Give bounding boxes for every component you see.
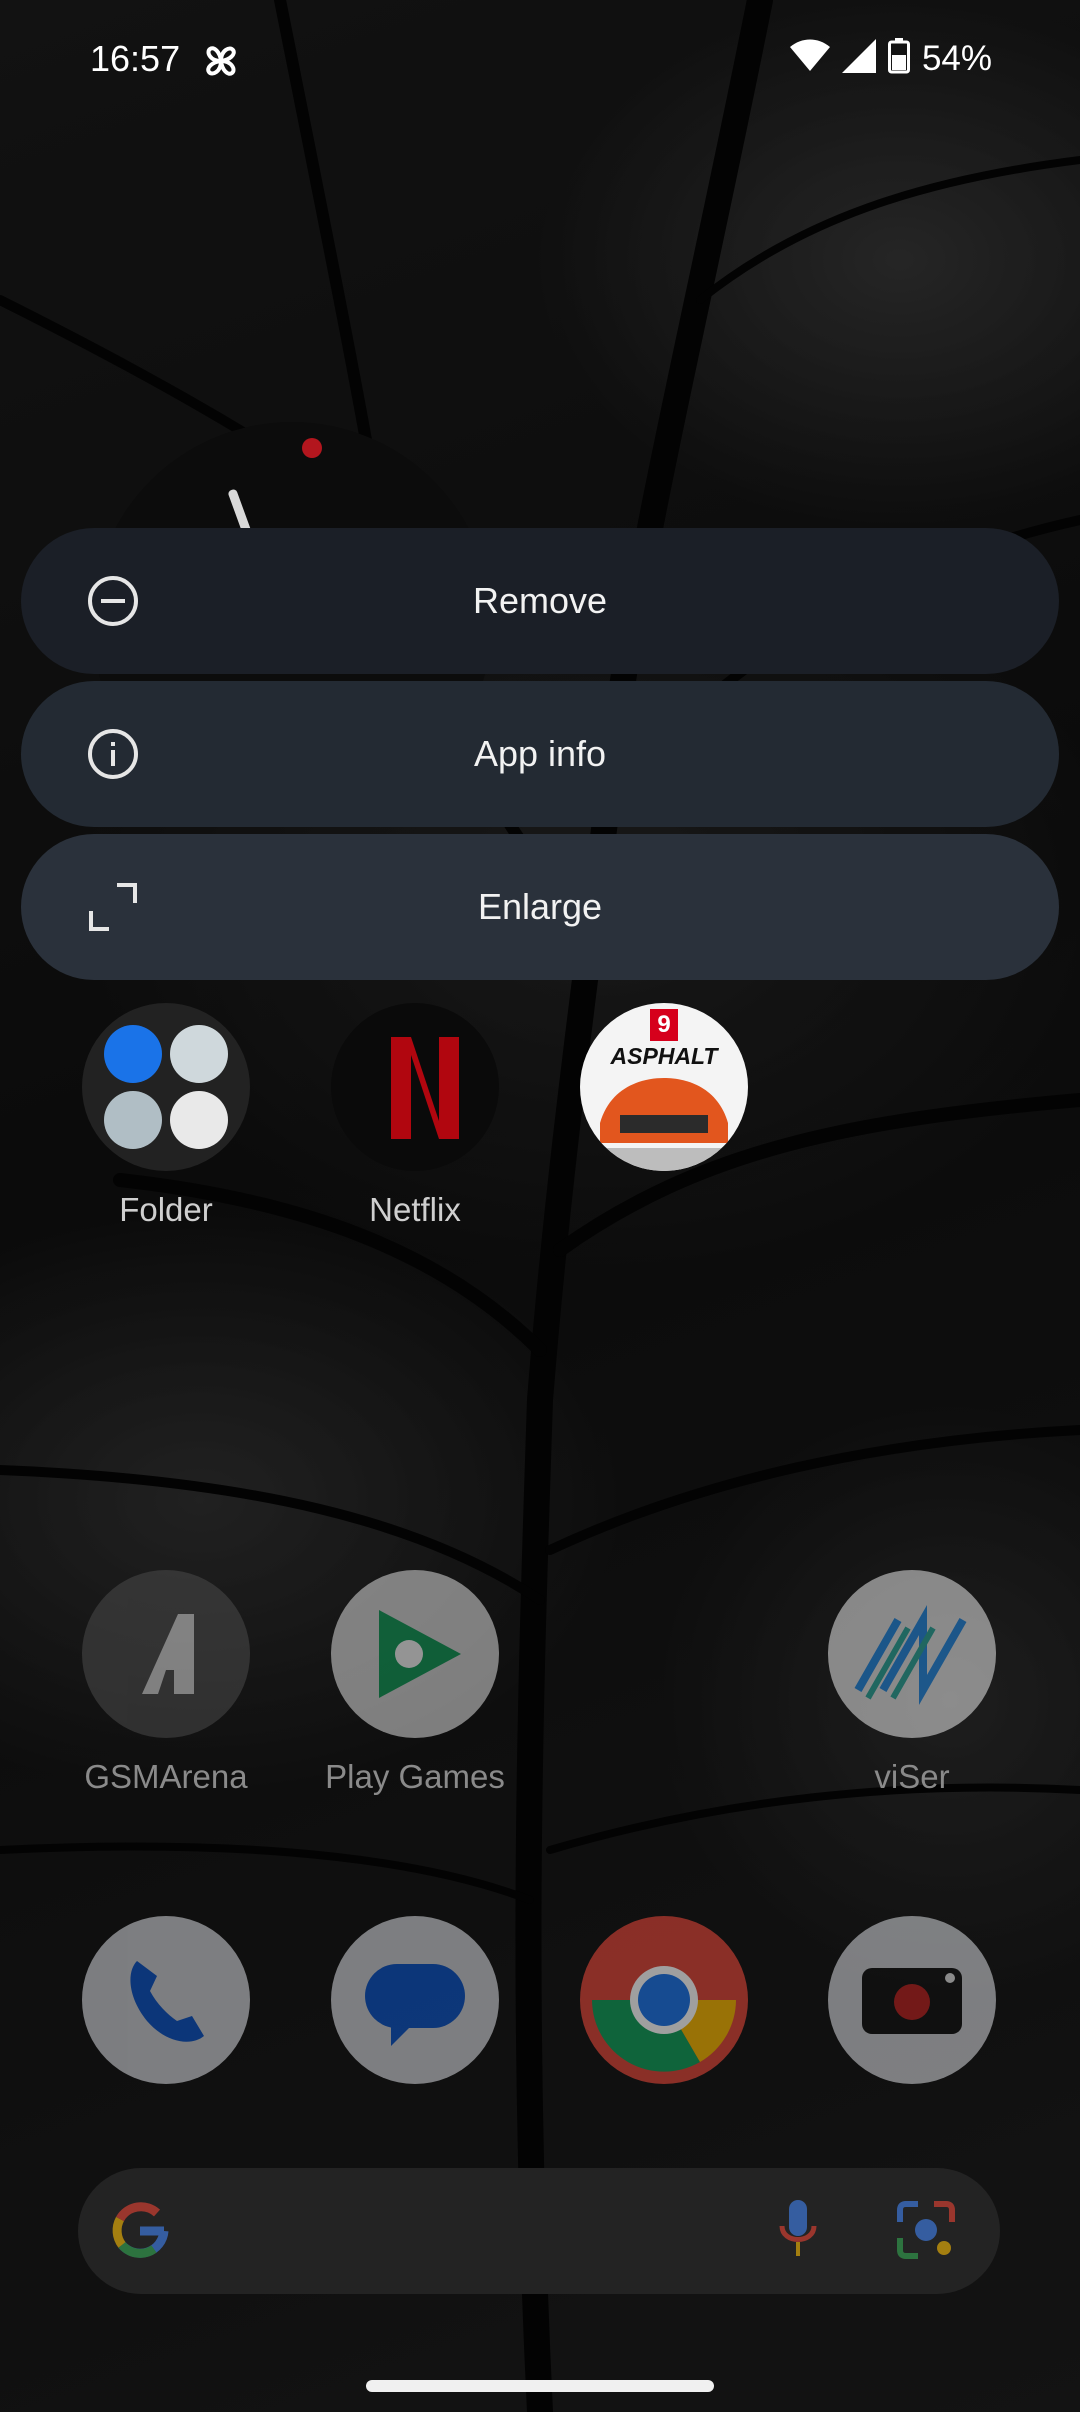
battery-icon xyxy=(887,38,910,79)
dock-phone[interactable] xyxy=(56,1916,276,2084)
battery-percent: 54% xyxy=(921,38,992,78)
status-bar: 16:57 54% xyxy=(0,0,1080,126)
viser-icon xyxy=(828,1570,996,1738)
status-time: 16:57 xyxy=(90,38,181,79)
phone-icon xyxy=(82,1916,250,2084)
menu-item-label: App info xyxy=(473,733,607,774)
app-asphalt[interactable]: 9 ASPHALT xyxy=(554,1003,774,1191)
info-icon xyxy=(87,728,139,780)
search-bar[interactable] xyxy=(78,2168,1000,2294)
dock-camera[interactable] xyxy=(802,1916,1022,2084)
menu-item-app-info[interactable]: App info xyxy=(21,681,1059,827)
mic-icon[interactable] xyxy=(778,2196,818,2271)
menu-item-label: Remove xyxy=(472,580,608,621)
clock-indicator-dot xyxy=(302,438,322,458)
play-games-icon xyxy=(331,1570,499,1738)
expand-corners-icon xyxy=(87,881,139,933)
app-folder[interactable]: Folder xyxy=(56,1003,276,1229)
dock-chrome[interactable] xyxy=(554,1916,774,2084)
signal-icon xyxy=(841,39,876,78)
status-icons: 54% xyxy=(789,38,992,79)
asphalt-9-icon: 9 ASPHALT xyxy=(580,1003,748,1171)
app-label: viSer xyxy=(874,1758,950,1795)
app-label: Folder xyxy=(119,1191,213,1228)
wifi-icon xyxy=(789,39,830,78)
app-label: GSMArena xyxy=(84,1758,248,1795)
lens-icon[interactable] xyxy=(894,2198,958,2267)
folder-icon xyxy=(82,1003,250,1171)
app-viser[interactable]: viSer xyxy=(802,1570,1022,1796)
app-label: Netflix xyxy=(369,1191,461,1228)
menu-item-enlarge[interactable]: Enlarge xyxy=(21,834,1059,980)
dock-messages[interactable] xyxy=(305,1916,525,2084)
gsmarena-icon xyxy=(82,1570,250,1738)
menu-item-label: Enlarge xyxy=(477,886,603,927)
camera-icon xyxy=(828,1916,996,2084)
remove-circle-icon xyxy=(87,575,139,627)
app-play-games[interactable]: Play Games xyxy=(305,1570,525,1796)
app-netflix[interactable]: Netflix xyxy=(305,1003,525,1229)
app-label: Play Games xyxy=(325,1758,505,1795)
home-indicator[interactable] xyxy=(366,2380,714,2392)
messages-icon xyxy=(331,1916,499,2084)
menu-item-remove[interactable]: Remove xyxy=(21,528,1059,674)
netflix-icon xyxy=(331,1003,499,1171)
chrome-icon xyxy=(580,1916,748,2084)
google-g-icon xyxy=(110,2201,170,2266)
pinwheel-icon xyxy=(200,40,242,87)
app-gsmarena[interactable]: GSMArena xyxy=(56,1570,276,1796)
